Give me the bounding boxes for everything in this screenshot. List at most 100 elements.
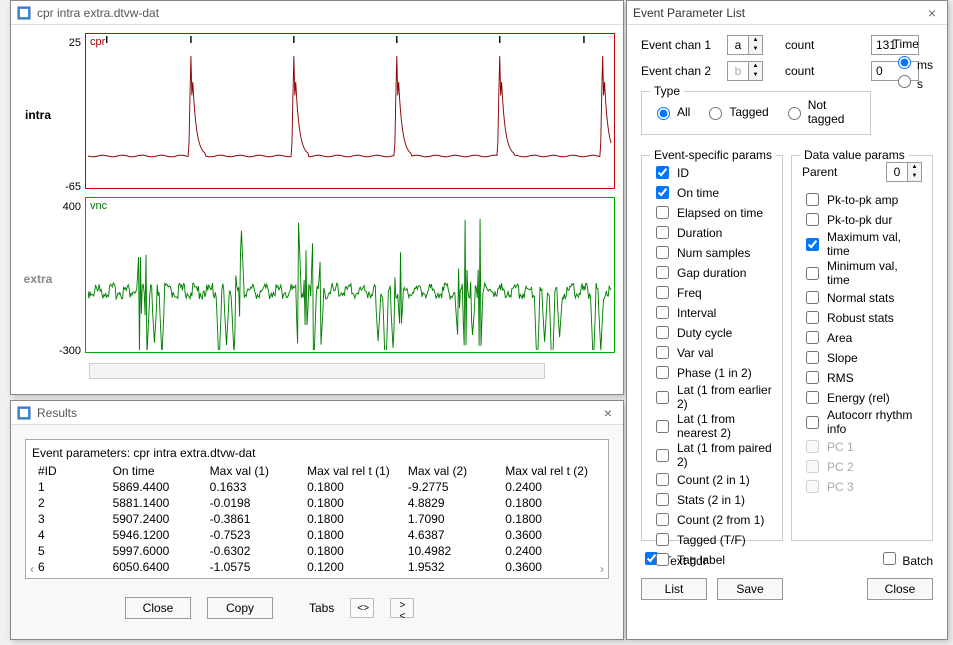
param-titlebar[interactable]: Event Parameter List × [627,1,947,25]
param-checkbox[interactable]: Duration [652,223,772,242]
results-close-icon[interactable]: × [599,405,617,421]
parent-label: Parent [802,165,837,179]
save-button[interactable]: Save [717,578,783,600]
param-checkbox[interactable]: Gap duration [652,263,772,282]
ylabel-intra: intra [19,33,57,197]
event-params-legend: Event-specific params [650,148,776,162]
table-row: 15869.44000.16330.1800-9.27750.2400 [34,480,600,494]
down-arrow-icon[interactable]: ▼ [908,172,921,181]
results-titlebar[interactable]: Results × [11,401,623,425]
param-checkbox[interactable]: Var val [652,343,772,362]
app-icon [17,6,31,20]
results-hscroll[interactable]: ‹› [30,562,604,576]
param-checkbox[interactable]: Freq [652,283,772,302]
up-arrow-icon[interactable]: ▲ [908,163,921,172]
time-scrollbar[interactable] [89,363,545,379]
up-arrow-icon[interactable]: ▲ [749,36,762,45]
tabs-wide-button[interactable]: >< [390,598,414,618]
param-checkbox: PC 3 [802,477,922,496]
param-checkbox[interactable]: Tag label [652,550,772,569]
time-s-radio[interactable]: s [893,77,923,91]
time-ms-radio[interactable]: ms [893,58,933,72]
down-arrow-icon[interactable]: ▼ [749,45,762,54]
type-tagged-radio[interactable]: Tagged [704,104,768,120]
col-header: Max val (1) [206,464,301,478]
param-checkbox[interactable]: Pk-to-pk dur [802,210,922,229]
param-checkbox[interactable]: ID [652,163,772,182]
param-checkbox[interactable]: Area [802,328,922,347]
param-checkbox[interactable]: Maximum val, time [802,230,922,258]
param-title: Event Parameter List [633,6,923,20]
table-row: 55997.6000-0.63020.180010.49820.2400 [34,544,600,558]
type-nottagged-radio[interactable]: Not tagged [783,98,860,126]
param-checkbox[interactable]: Normal stats [802,288,922,307]
chart-titlebar[interactable]: cpr intra extra.dtvw-dat [11,1,623,25]
event-chan1-input[interactable] [728,36,748,54]
channel-name-cpr: cpr [90,36,105,48]
param-checkbox[interactable]: Tagged (T/F) [652,530,772,549]
count1-label: count [785,38,865,52]
results-copy-button[interactable]: Copy [207,597,273,619]
yaxis-cpr: 25 -65 [57,33,85,197]
param-close-icon[interactable]: × [923,5,941,21]
up-arrow-icon[interactable]: ▲ [749,62,762,71]
param-checkbox[interactable]: Stats (2 in 1) [652,490,772,509]
results-window: Results × Event parameters: cpr intra ex… [10,400,624,640]
param-checkbox[interactable]: RMS [802,368,922,387]
param-checkbox[interactable]: Pk-to-pk amp [802,190,922,209]
data-params-legend: Data value params [800,148,909,162]
results-textbox[interactable]: Event parameters: cpr intra extra.dtvw-d… [25,439,609,579]
tabs-narrow-button[interactable]: <> [350,598,374,618]
event-chan2-label: Event chan 2 [641,64,721,78]
table-row: 45946.1200-0.75230.18004.63870.3600 [34,528,600,542]
param-checkbox[interactable]: Robust stats [802,308,922,327]
param-checkbox[interactable]: Phase (1 in 2) [652,363,772,382]
type-all-radio[interactable]: All [652,104,690,120]
tabs-label: Tabs [309,601,334,615]
param-checkbox[interactable]: Lat (1 from earlier 2) [652,383,772,411]
event-chan2-spinner[interactable]: ▲▼ [727,61,763,81]
count2-label: count [785,64,865,78]
param-checkbox: PC 2 [802,457,922,476]
yaxis-vnc: 400 -300 [57,197,85,361]
results-close-button[interactable]: Close [125,597,191,619]
chart-window: cpr intra extra.dtvw-dat intra 25 -65 cp… [10,0,624,395]
parent-spinner[interactable]: ▲▼ [886,162,922,182]
param-checkbox[interactable]: Minimum val, time [802,259,922,287]
param-checkbox[interactable]: Count (2 from 1) [652,510,772,529]
parent-input[interactable] [887,163,907,181]
param-checkbox: PC 1 [802,437,922,456]
param-checkbox[interactable]: Autocorr rhythm info [802,408,922,436]
event-params-fieldset: Event-specific params IDOn timeElapsed o… [641,155,783,541]
param-checkbox[interactable]: Energy (rel) [802,388,922,407]
param-close-button[interactable]: Close [867,578,933,600]
col-header: Max val rel t (2) [501,464,600,478]
event-chan2-input[interactable] [728,62,748,80]
param-checkbox[interactable]: Interval [652,303,772,322]
param-checkbox[interactable]: Count (2 in 1) [652,470,772,489]
param-checkbox[interactable]: Lat (1 from paired 2) [652,441,772,469]
chart-vnc[interactable]: vnc [85,197,615,353]
results-icon [17,406,31,420]
results-title: Results [37,406,599,420]
param-checkbox[interactable]: Duty cycle [652,323,772,342]
param-checkbox[interactable]: Lat (1 from nearest 2) [652,412,772,440]
list-button[interactable]: List [641,578,707,600]
param-checkbox[interactable]: Slope [802,348,922,367]
type-fieldset: Type All Tagged Not tagged [641,91,871,135]
chart-cpr[interactable]: cpr [85,33,615,189]
time-label: Time [893,37,933,51]
results-header: Event parameters: cpr intra extra.dtvw-d… [32,446,602,460]
col-header: #ID [34,464,107,478]
event-chan1-spinner[interactable]: ▲▼ [727,35,763,55]
col-header: Max val rel t (1) [303,464,402,478]
col-header: Max val (2) [404,464,499,478]
down-arrow-icon[interactable]: ▼ [749,71,762,80]
ylabel-extra: extra [19,197,57,361]
param-checkbox[interactable]: Elapsed on time [652,203,772,222]
param-checkbox[interactable]: On time [652,183,772,202]
batch-checkbox[interactable]: Batch [879,549,933,568]
data-params-fieldset: Data value params Parent ▲▼ Pk-to-pk amp… [791,155,933,541]
channel-name-vnc: vnc [90,200,107,212]
param-checkbox[interactable]: Num samples [652,243,772,262]
